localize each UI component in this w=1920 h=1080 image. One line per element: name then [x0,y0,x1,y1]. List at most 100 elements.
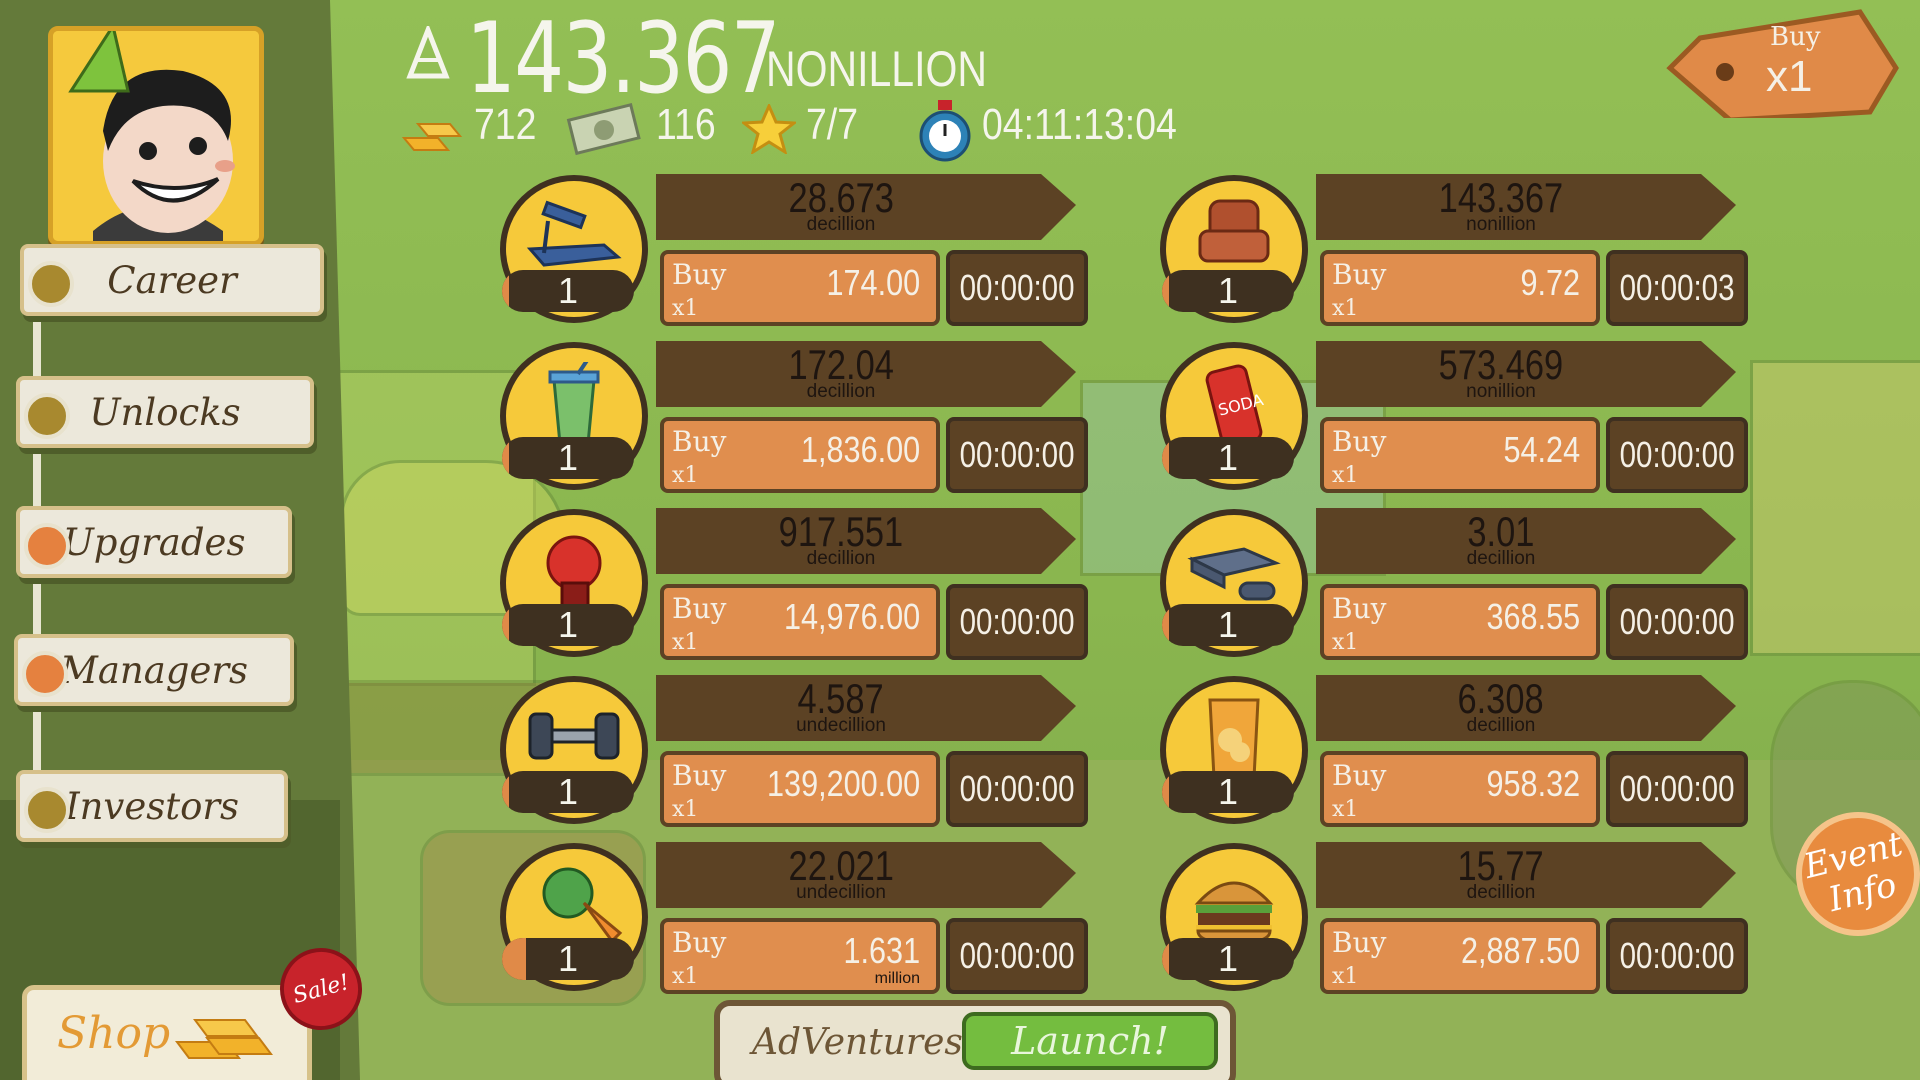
nav-upgrades-button[interactable]: Upgrades [16,506,292,578]
business-level-value: 1 [1217,437,1239,478]
business-profit: 6.308 [1457,675,1545,722]
buy-cost: 9.72 [1520,262,1580,303]
launch-button[interactable]: Launch! [962,1012,1218,1070]
nav-career-button[interactable]: Career [20,244,324,316]
business-buy-button[interactable]: Buy x1 139,200.00 [660,751,940,827]
shop-label: Shop [57,1008,171,1059]
business-buy-button[interactable]: Buy x1 14,976.00 [660,584,940,660]
business-buy-button[interactable]: Buy x1 958.32 [1320,751,1600,827]
business-buy-button[interactable]: Buy x1 9.72 [1320,250,1600,326]
nav-investors-button[interactable]: Investors [16,770,288,842]
nav-unlocks-label: Unlocks [89,390,241,434]
nav-investors-dot [24,787,70,833]
business-buy-button[interactable]: Buy x1 2,887.50 [1320,918,1600,994]
buy-cost: 14,976.00 [783,596,920,637]
buy-cost: 368.55 [1486,596,1580,637]
buy-label: Buy [1332,258,1387,291]
nav-career-dot [28,261,74,307]
buy-quantity: x1 [672,630,699,655]
buy-label: Buy [672,258,727,291]
level-progress-fill [502,938,526,980]
buy-quantity: x1 [1332,296,1359,321]
business-tile: 1 28.673 decillion Buy x1 174.00 00:00:00 [500,170,1130,335]
business-timer: 00:00:00 [946,751,1088,827]
buy-cost: 1.631 [843,930,920,971]
business-level-value: 1 [1217,270,1239,311]
business-tile: 1 4.587 undecillion Buy x1 139,200.00 00:00:00 [500,671,1130,836]
buy-label: Buy [1332,425,1387,458]
business-buy-button[interactable]: Buy x1 1.631 million [660,918,940,994]
event-timer: 04:11:13:04 [982,100,1177,149]
business-timer: 00:00:00 [1606,417,1748,493]
cash-unit: NONILLION [766,41,988,97]
game-screen: Career Unlocks Upgrades Managers Investo… [0,0,1920,1080]
business-buy-button[interactable]: Buy x1 174.00 [660,250,940,326]
buy-label: Buy [672,592,727,625]
business-profit-banner: 15.77 decillion [1316,842,1736,908]
buy-cost: 1,836.00 [800,429,920,470]
business-level: 1 [1162,938,1294,980]
level-progress-fill [1162,604,1169,646]
level-progress-fill [502,270,509,312]
business-timer-value: 00:00:00 [959,434,1075,475]
buy-multiplier-value: x1 [1766,52,1813,101]
buy-quantity: x1 [672,964,699,989]
business-profit-banner: 917.551 decillion [656,508,1076,574]
business-profit-banner: 172.04 decillion [656,341,1076,407]
business-level: 1 [502,604,634,646]
business-profit: 15.77 [1457,842,1545,889]
business-profit: 4.587 [797,675,885,722]
business-timer-value: 00:00:00 [959,601,1075,642]
business-level-value: 1 [557,771,579,812]
business-profit-banner: 143.367 nonillion [1316,174,1736,240]
business-timer-value: 00:00:00 [1619,601,1735,642]
business-timer: 00:00:00 [1606,751,1748,827]
business-level: 1 [502,270,634,312]
business-buy-button[interactable]: Buy x1 1,836.00 [660,417,940,493]
business-profit-banner: 22.021 undecillion [656,842,1076,908]
nav-unlocks-button[interactable]: Unlocks [16,376,314,448]
buy-quantity: x1 [1332,463,1359,488]
buy-quantity: x1 [672,296,699,321]
business-level: 1 [1162,437,1294,479]
megabucks-count: 116 [656,100,716,149]
business-timer-value: 00:00:00 [1619,434,1735,475]
business-profit: 172.04 [788,341,894,388]
business-level: 1 [1162,771,1294,813]
nav-managers-button[interactable]: Managers [14,634,294,706]
business-timer: 00:00:00 [946,918,1088,994]
business-profit-banner: 6.308 decillion [1316,675,1736,741]
level-progress-fill [502,771,509,813]
level-progress-fill [502,437,509,479]
business-buy-button[interactable]: Buy x1 368.55 [1320,584,1600,660]
business-tile: 1 3.01 decillion Buy x1 368.55 00:00:00 [1160,504,1790,669]
buy-cost: 139,200.00 [766,763,920,804]
business-level: 1 [502,437,634,479]
business-profit: 28.673 [788,174,894,221]
business-level-value: 1 [1217,771,1239,812]
level-progress-fill [1162,771,1169,813]
business-tile: 1 22.021 undecillion Buy x1 1.631 million 00:00… [500,838,1130,1003]
player-avatar[interactable] [48,26,264,246]
megabucks-icon [566,102,641,156]
business-buy-button[interactable]: Buy x1 54.24 [1320,417,1600,493]
business-timer-value: 00:00:00 [959,267,1075,308]
adventures-label: AdVentures [752,1022,963,1063]
gold-bars-icon [401,123,463,151]
business-level-value: 1 [557,437,579,478]
shop-button[interactable]: Shop [22,985,312,1080]
buy-multiplier-button[interactable]: Buy x1 [1660,8,1910,118]
business-tile: 1 143.367 nonillion Buy x1 9.72 00:00:03 [1160,170,1790,335]
gold-count: 712 [474,100,537,149]
star-icon [742,104,796,154]
stopwatch-icon [919,100,971,162]
nav-managers-dot [22,651,68,697]
business-timer: 00:00:00 [946,584,1088,660]
buy-label: Buy [672,926,727,959]
buy-label: Buy [672,759,727,792]
business-profit: 3.01 [1467,508,1535,555]
capitalist-face-icon [53,31,259,241]
buy-label: Buy [1332,592,1387,625]
business-timer: 00:00:00 [1606,584,1748,660]
stars-count: 7/7 [806,100,858,149]
